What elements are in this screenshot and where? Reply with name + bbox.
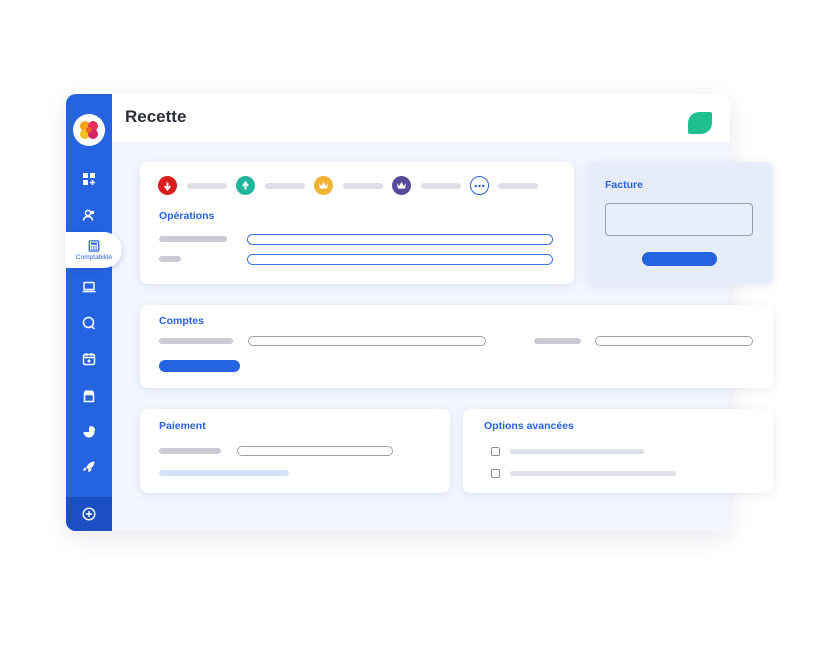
sidebar-item-contacts[interactable] <box>66 203 112 227</box>
operations-card: Opérations <box>140 162 574 284</box>
contacts-icon <box>82 209 95 221</box>
sidebar-item-comptabilite[interactable]: Comptabilité <box>66 232 122 268</box>
stats-icon <box>83 425 96 438</box>
type-chip-gold[interactable] <box>314 176 333 195</box>
comptes-title: Comptes <box>159 315 204 327</box>
option-checkbox-1[interactable] <box>491 447 500 456</box>
dashboard-icon <box>83 173 95 185</box>
type-chip-recette[interactable] <box>236 176 255 195</box>
sidebar-item-stats[interactable] <box>66 420 112 444</box>
paiement-input[interactable] <box>237 446 393 456</box>
field-label-bar <box>159 448 221 454</box>
operations-title: Opérations <box>159 210 215 222</box>
field-label-bar <box>159 236 227 242</box>
app-logo[interactable] <box>73 114 105 146</box>
option-label-bar <box>510 449 644 454</box>
shop-icon <box>83 390 95 403</box>
sidebar-item-dashboard[interactable] <box>66 167 112 191</box>
sidebar-item-calendar[interactable] <box>66 347 112 371</box>
operation-input-1[interactable] <box>247 234 553 245</box>
arrow-up-icon <box>242 180 249 190</box>
chat-icon <box>82 316 96 330</box>
compte-input-2[interactable] <box>595 336 753 346</box>
options-title: Options avancées <box>484 420 574 432</box>
comptes-button[interactable] <box>159 360 240 372</box>
facture-upload-field[interactable] <box>605 203 753 236</box>
page-title: Recette <box>125 107 187 126</box>
paiement-card: Paiement <box>140 409 450 493</box>
field-label-bar <box>159 256 181 262</box>
paiement-link-bar[interactable] <box>159 470 289 476</box>
crown-icon <box>397 181 406 189</box>
leaf-badge-icon[interactable] <box>688 112 712 134</box>
type-chip-more[interactable] <box>470 176 489 195</box>
operation-input-2[interactable] <box>247 254 553 265</box>
clover-logo-icon <box>80 121 98 139</box>
type-chip-purple[interactable] <box>392 176 411 195</box>
calculator-icon <box>88 239 100 252</box>
more-icon <box>474 184 485 187</box>
compte-input-1[interactable] <box>248 336 486 346</box>
facture-title: Facture <box>605 179 643 191</box>
facture-card: Facture <box>587 162 773 284</box>
sidebar-footer <box>66 497 112 531</box>
type-chip-depense[interactable] <box>158 176 177 195</box>
facture-button[interactable] <box>642 252 717 266</box>
sidebar-item-shop[interactable] <box>66 384 112 408</box>
placeholder-bar <box>421 183 461 189</box>
plus-circle-icon[interactable] <box>82 507 96 521</box>
placeholder-bar <box>343 183 383 189</box>
page-header: Recette <box>112 94 730 142</box>
sidebar-item-rocket[interactable] <box>66 455 112 479</box>
crown-icon <box>319 181 328 189</box>
comptes-card: Comptes <box>140 305 773 388</box>
option-label-bar <box>510 471 676 476</box>
sidebar-item-laptop[interactable] <box>66 275 112 299</box>
sidebar: Comptabilité <box>66 94 122 531</box>
stage: Comptabilité Recette Opérations Facture … <box>0 0 828 656</box>
field-label-bar <box>159 338 233 344</box>
placeholder-bar <box>187 183 227 189</box>
paiement-title: Paiement <box>159 420 206 432</box>
options-card: Options avancées <box>463 409 773 493</box>
field-label-bar <box>534 338 581 344</box>
placeholder-bar <box>498 183 538 189</box>
placeholder-bar <box>265 183 305 189</box>
laptop-icon <box>82 281 96 293</box>
calendar-icon <box>82 353 96 366</box>
rocket-icon <box>83 461 95 472</box>
sidebar-item-chat[interactable] <box>66 311 112 335</box>
sidebar-item-label: Comptabilité <box>75 253 113 261</box>
option-checkbox-2[interactable] <box>491 469 500 478</box>
arrow-down-icon <box>164 181 171 191</box>
